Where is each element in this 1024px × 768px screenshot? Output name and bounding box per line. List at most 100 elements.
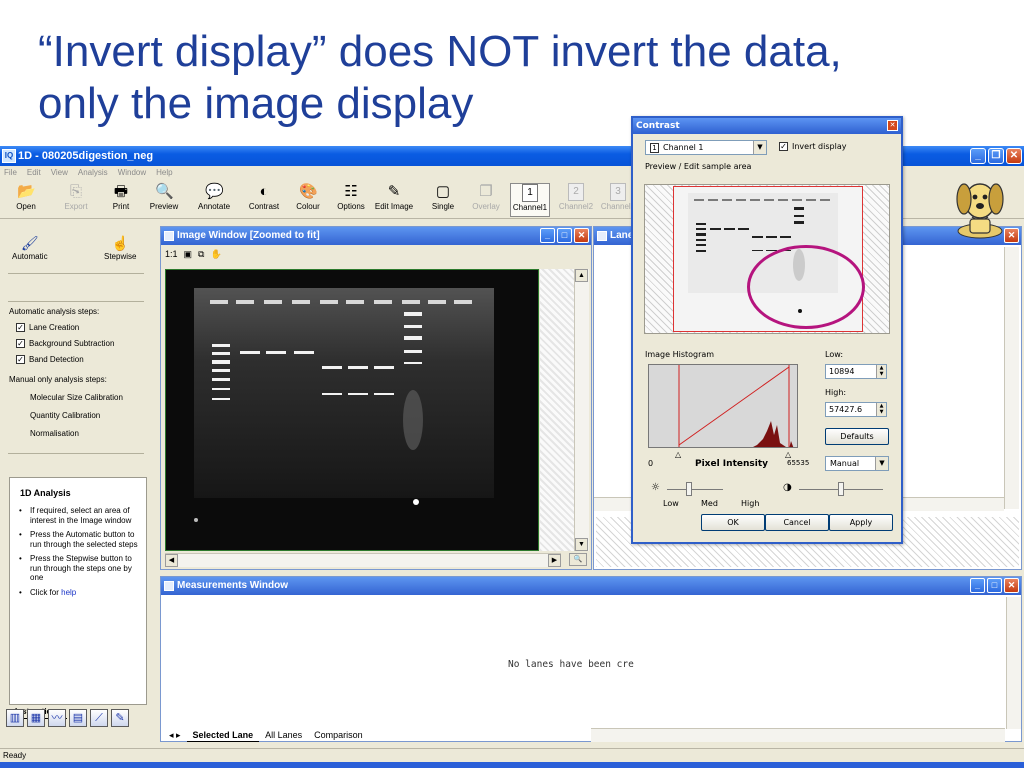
scroll-down-arrow[interactable]: ▼ [575,538,588,551]
low-marker-icon[interactable]: △ [675,450,681,459]
copy-icon[interactable]: ⧉ [198,249,204,260]
print-preview-icon: 🔍 [155,183,174,200]
brightness-thumb[interactable] [686,482,693,496]
step-checkbox[interactable]: ✓ [16,355,25,364]
toolbar-edit-image-button[interactable]: ✎ Edit Image [372,183,416,217]
toolbar-annotate-button[interactable]: 💬 Annotate [192,183,236,217]
stepwise-button[interactable]: ☝ Stepwise [104,235,136,261]
brightness-level-label: Med [701,499,718,508]
contrast-dialog-titlebar[interactable]: Contrast ✕ [633,118,901,134]
close-button[interactable]: ✕ [1006,148,1022,164]
toolbar-label: Contrast [248,202,280,211]
menu-item-edit[interactable]: Edit [27,166,41,180]
table-icon[interactable]: ▤ [69,709,87,727]
invert-display-checkbox[interactable]: ✓ Invert display [779,142,846,151]
toolbar-label: Overlay [472,202,500,211]
contrast-icon: ◑ [783,482,792,493]
spin-arrows-icon[interactable]: ▲ ▼ [876,403,886,416]
calibration-curve-icon[interactable]: ⟋ [90,709,108,727]
pan-hand-icon[interactable]: ✋ [210,249,221,260]
toolbar-print-button[interactable]: 🖶 Print [104,183,138,217]
measurements-vertical-scrollbar[interactable] [1006,597,1021,729]
zoom-1to1-button[interactable]: 1:1 [165,249,178,260]
divider [8,301,144,302]
auto-step-item[interactable]: ✓ Lane Creation [16,323,79,332]
maximize-button[interactable]: □ [987,578,1002,593]
tab-scroll-arrows-icon[interactable]: ◂ ▸ [163,728,187,742]
close-button[interactable]: ✕ [887,120,898,131]
dog-mascot-icon [950,173,1008,241]
mode-select[interactable]: Manual ▼ [825,456,889,471]
tab-comparison[interactable]: Comparison [308,728,369,742]
pen-tool-icon[interactable]: ✎ [111,709,129,727]
histogram-chart[interactable] [648,364,798,448]
zoom-magnifier-icon[interactable]: 🔍 [569,553,587,566]
scroll-left-arrow[interactable]: ◀ [165,554,178,567]
contrast-thumb[interactable] [838,482,844,496]
measurements-window-titlebar[interactable]: Measurements Window _ □ ✕ [161,577,1021,595]
instruction-item: Press the Automatic button to run throug… [16,530,140,549]
bands-grid-icon[interactable]: ▦ [27,709,45,727]
ok-button[interactable]: OK [701,514,765,531]
low-value-input[interactable]: 10894 ▲ ▼ [825,364,887,379]
high-value-input[interactable]: 57427.6 ▲ ▼ [825,402,887,417]
menu-item-analysis[interactable]: Analysis [78,166,108,180]
auto-step-item[interactable]: ✓ Band Detection [16,355,84,364]
scroll-right-arrow[interactable]: ▶ [548,554,561,567]
high-marker-icon[interactable]: △ [785,450,791,459]
toolbar-overlay-button[interactable]: ❐ Overlay [466,183,506,217]
manual-step-item[interactable]: Molecular Size Calibration [30,393,123,402]
profile-icon[interactable]: 〰 [48,709,66,727]
toolbar-label: Print [112,202,130,211]
apply-button[interactable]: Apply [829,514,893,531]
lane-vertical-scrollbar[interactable] [1004,247,1019,509]
toolbar-channel1-button[interactable]: 1 Channel1 [510,183,550,217]
gel-image[interactable] [165,269,539,551]
restore-button[interactable]: ❐ [988,148,1004,164]
toolbar-single-button[interactable]: ▢ Single [424,183,462,217]
minimize-button[interactable]: _ [540,228,555,243]
menu-item-window[interactable]: Window [118,166,146,180]
help-link[interactable]: help [61,588,76,597]
image-window-titlebar[interactable]: Image Window [Zoomed to fit] _ □ ✕ [161,227,591,245]
toolbar-contrast-button[interactable]: ◐ Contrast [242,183,286,217]
manual-step-item[interactable]: Quantity Calibration [30,411,100,420]
close-button[interactable]: ✕ [1004,578,1019,593]
step-checkbox[interactable]: ✓ [16,339,25,348]
minimize-button[interactable]: _ [970,148,986,164]
toolbar-export-button[interactable]: ⎘ Export [56,183,96,217]
toolbar-preview-button[interactable]: 🔍 Preview [146,183,182,217]
toolbar-options-button[interactable]: ☷ Options [334,183,368,217]
maximize-button[interactable]: □ [557,228,572,243]
channel-number-icon: 1 [650,143,659,153]
menu-item-file[interactable]: File [4,166,17,180]
tab-all-lanes[interactable]: All Lanes [259,728,308,742]
menu-item-view[interactable]: View [51,166,68,180]
lanes-grid-icon[interactable]: ▥ [6,709,24,727]
measurements-window-title: Measurements Window [177,580,289,591]
low-value: 10894 [829,367,855,376]
menu-item-help[interactable]: Help [156,166,172,180]
automatic-button[interactable]: 🖌 Automatic [12,235,48,261]
image-vertical-scrollbar[interactable]: ▲ ▼ [574,269,589,551]
tab-selected-lane[interactable]: Selected Lane [186,728,260,742]
auto-step-item[interactable]: ✓ Background Subtraction [16,339,114,348]
scroll-up-arrow[interactable]: ▲ [575,269,588,282]
measurements-horizontal-scrollbar[interactable] [591,728,1005,742]
options-icon: ☷ [344,183,358,200]
channel-select[interactable]: 1 Channel 1 ▼ [645,140,767,155]
image-horizontal-scrollbar[interactable]: ◀ ▶ [165,553,561,567]
toolbar-colour-button[interactable]: 🎨 Colour [290,183,326,217]
step-checkbox[interactable]: ✓ [16,323,25,332]
fit-icon[interactable]: ▣ [184,249,193,260]
minimize-button[interactable]: _ [970,578,985,593]
close-button[interactable]: ✕ [574,228,589,243]
toolbar-open-button[interactable]: 📂 Open [6,183,46,217]
defaults-button[interactable]: Defaults [825,428,889,445]
manual-step-item[interactable]: Normalisation [30,429,79,438]
toolbar-channel2-button[interactable]: 2 Channel2 [556,183,596,217]
cancel-button[interactable]: Cancel [765,514,829,531]
left-panel: 🖌 Automatic ☝ Stepwise Automatic analysi… [0,221,158,751]
overlay-icon: ❐ [479,183,493,200]
spin-arrows-icon[interactable]: ▲ ▼ [876,365,886,378]
